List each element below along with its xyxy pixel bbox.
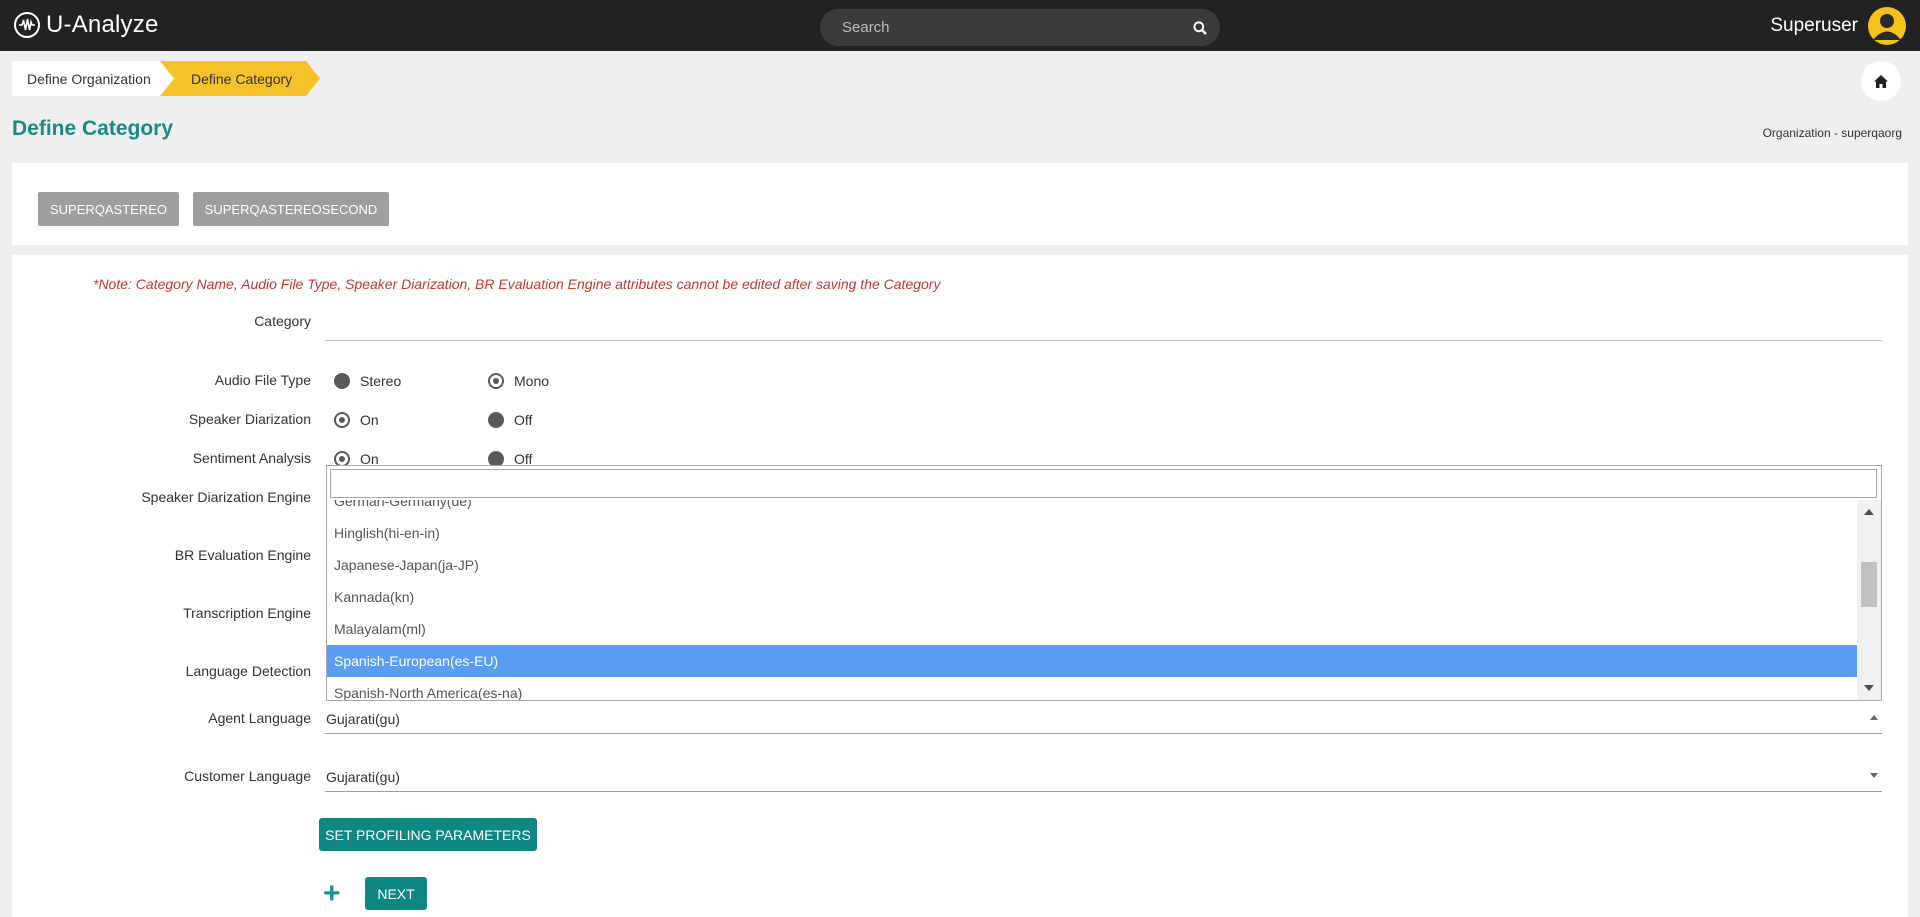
dropdown-option[interactable]: Kannada(kn) <box>327 581 1857 613</box>
dropdown-options-list[interactable]: German-Germany(de) Hinglish(hi-en-in) Ja… <box>327 500 1857 700</box>
radio-checked-icon <box>334 412 350 428</box>
dropdown-option[interactable]: Spanish-North America(es-na) <box>327 677 1857 700</box>
top-bar: U-Analyze Superuser <box>0 0 1920 51</box>
category-chip-superqastereosecond[interactable]: SUPERQASTEREOSECOND <box>193 192 389 226</box>
scrollbar-thumb[interactable] <box>1861 562 1877 607</box>
breadcrumb-define-category[interactable]: Define Category <box>160 61 320 96</box>
search-bar <box>820 9 1220 46</box>
home-button[interactable] <box>1861 61 1901 101</box>
agent-language-label: Agent Language <box>208 710 311 726</box>
user-name: Superuser <box>1770 15 1858 36</box>
dropdown-option[interactable]: German-Germany(de) <box>327 500 1857 517</box>
category-label: Category <box>254 313 311 329</box>
speaker-diarization-off-radio[interactable]: Off <box>488 412 532 428</box>
breadcrumb-define-organization[interactable]: Define Organization <box>12 61 160 96</box>
category-list-card: SUPERQASTEREO SUPERQASTEREOSECOND <box>12 163 1908 245</box>
dropdown-search-input[interactable] <box>330 469 1877 498</box>
dropdown-scrollbar[interactable] <box>1857 500 1881 700</box>
customer-language-value: Gujarati(gu) <box>326 768 400 785</box>
customer-language-select[interactable]: Gujarati(gu) <box>325 762 1882 792</box>
dropdown-option[interactable]: Japanese-Japan(ja-JP) <box>327 549 1857 581</box>
caret-down-icon <box>1870 773 1878 778</box>
scroll-up-arrow-icon[interactable] <box>1864 509 1874 515</box>
search-icon[interactable] <box>1180 9 1220 46</box>
speaker-diarization-label: Speaker Diarization <box>188 411 311 427</box>
speaker-diarization-on-radio[interactable]: On <box>334 412 379 428</box>
agent-language-dropdown: German-Germany(de) Hinglish(hi-en-in) Ja… <box>326 465 1882 701</box>
radio-label: Mono <box>514 373 550 389</box>
next-button[interactable]: NEXT <box>365 877 427 910</box>
scroll-down-arrow-icon[interactable] <box>1864 685 1874 691</box>
dropdown-option[interactable]: Malayalam(ml) <box>327 613 1857 645</box>
audio-type-stereo-radio[interactable]: Stereo <box>334 373 401 389</box>
waveform-icon <box>14 12 40 38</box>
app-logo[interactable]: U-Analyze <box>14 10 159 40</box>
set-profiling-parameters-button[interactable]: SET PROFILING PARAMETERS <box>319 818 537 851</box>
add-plus-icon[interactable]: + <box>323 879 341 909</box>
category-chip-superqastereo[interactable]: SUPERQASTEREO <box>38 192 179 226</box>
home-icon <box>1874 74 1888 88</box>
language-detection-label: Language Detection <box>185 663 311 679</box>
edit-warning-note: *Note: Category Name, Audio File Type, S… <box>93 276 941 292</box>
caret-up-icon <box>1870 715 1878 720</box>
sentiment-analysis-label: Sentiment Analysis <box>192 450 311 466</box>
br-evaluation-engine-label: BR Evaluation Engine <box>174 547 311 563</box>
user-avatar-icon[interactable] <box>1868 7 1906 45</box>
category-name-input[interactable] <box>325 311 1882 341</box>
radio-label: Off <box>514 412 533 428</box>
radio-unchecked-icon <box>488 412 504 428</box>
audio-file-type-label: Audio File Type <box>214 372 311 388</box>
customer-language-label: Customer Language <box>184 768 311 784</box>
speaker-diarization-engine-label: Speaker Diarization Engine <box>141 489 311 505</box>
dropdown-option[interactable]: Hinglish(hi-en-in) <box>327 517 1857 549</box>
organization-label: Organization - superqaorg <box>1762 126 1902 140</box>
radio-label: Stereo <box>360 373 402 389</box>
dropdown-option-selected[interactable]: Spanish-European(es-EU) <box>327 645 1857 677</box>
radio-checked-icon <box>488 373 504 389</box>
agent-language-select[interactable]: Gujarati(gu) <box>325 704 1882 734</box>
transcription-engine-label: Transcription Engine <box>183 605 311 621</box>
radio-label: On <box>360 412 379 428</box>
agent-language-value: Gujarati(gu) <box>326 710 400 727</box>
user-menu[interactable]: Superuser <box>1770 7 1906 45</box>
search-input[interactable] <box>820 9 1180 46</box>
audio-type-mono-radio[interactable]: Mono <box>488 373 549 389</box>
page-title: Define Category <box>12 117 174 140</box>
app-name: U-Analyze <box>46 11 159 38</box>
radio-unchecked-icon <box>334 373 350 389</box>
